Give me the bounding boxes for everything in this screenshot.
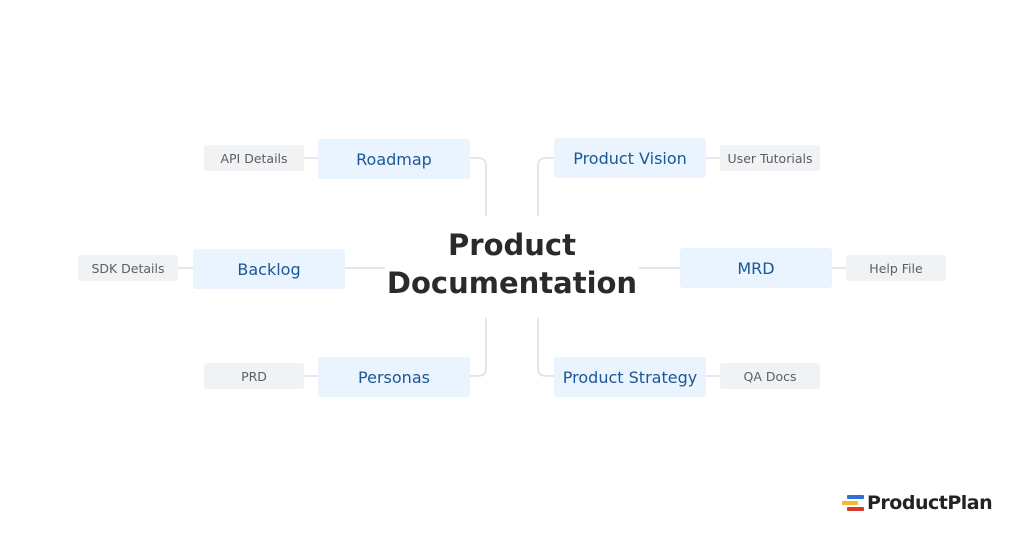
node-product-vision[interactable]: Product Vision: [554, 138, 706, 178]
node-sdk-details[interactable]: SDK Details: [78, 255, 178, 281]
connector-product-vision: [537, 157, 554, 216]
logo-bar-blue: [847, 495, 864, 499]
node-mrd[interactable]: MRD: [680, 248, 832, 288]
node-api-details[interactable]: API Details: [204, 145, 304, 171]
node-user-tutorials[interactable]: User Tutorials: [720, 145, 820, 171]
connector-product-strategy: [537, 318, 554, 377]
node-personas[interactable]: Personas: [318, 357, 470, 397]
node-prd[interactable]: PRD: [204, 363, 304, 389]
node-roadmap[interactable]: Roadmap: [318, 139, 470, 179]
logo-wordmark: ProductPlan: [867, 492, 993, 514]
connector-roadmap: [470, 157, 487, 216]
mind-map-canvas: Product Documentation Roadmap API Detail…: [0, 0, 1024, 536]
logo-bar-red: [847, 507, 864, 511]
node-product-strategy[interactable]: Product Strategy: [554, 357, 706, 397]
productplan-logo-icon: [842, 494, 864, 512]
productplan-logo: ProductPlan: [842, 492, 993, 514]
central-topic[interactable]: Product Documentation: [382, 226, 642, 302]
node-help-file[interactable]: Help File: [846, 255, 946, 281]
node-backlog[interactable]: Backlog: [193, 249, 345, 289]
central-topic-line2: Documentation: [386, 266, 638, 300]
node-qa-docs[interactable]: QA Docs: [720, 363, 820, 389]
logo-bar-yellow: [842, 501, 858, 505]
connector-personas: [470, 318, 487, 377]
central-topic-line1: Product: [448, 228, 576, 262]
